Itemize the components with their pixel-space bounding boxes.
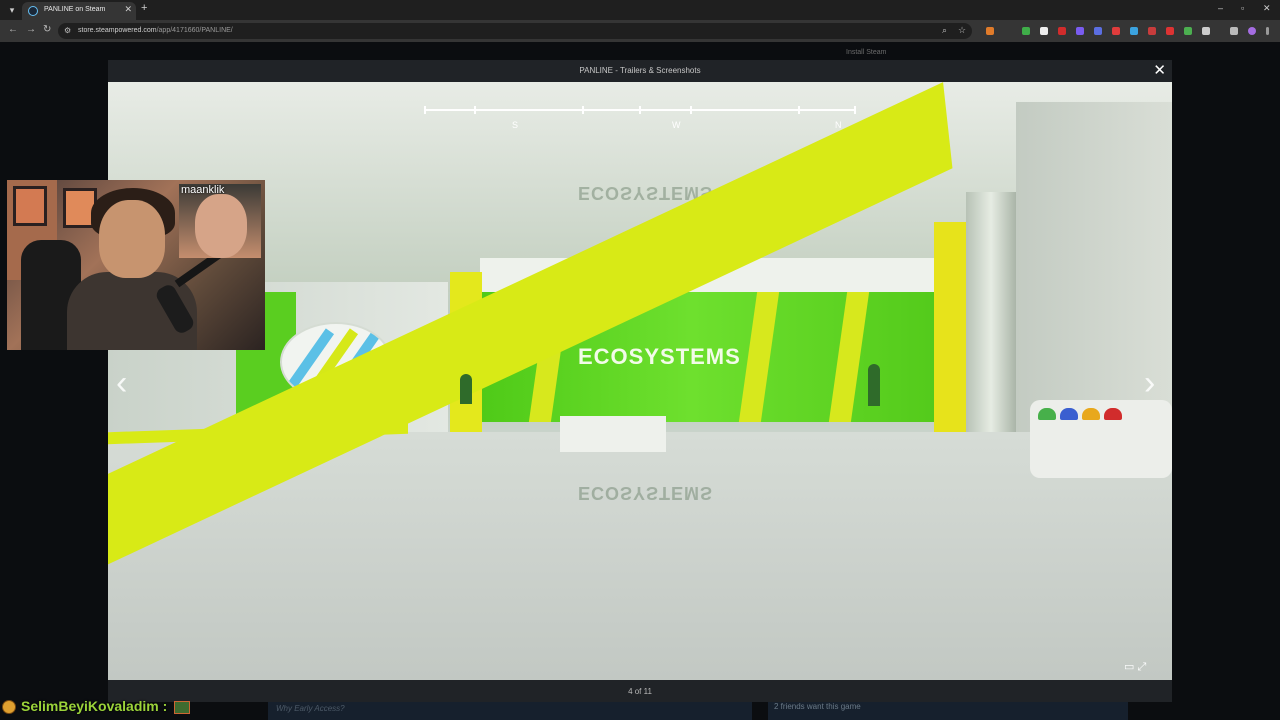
scene-plant <box>460 374 472 404</box>
url-domain: store.steampowered.com <box>78 27 157 34</box>
window-close-icon[interactable]: ✕ <box>1263 3 1271 14</box>
forward-icon[interactable]: → <box>26 24 36 35</box>
compass-south: S <box>512 120 519 130</box>
streamer-webcam: maanklik <box>7 180 265 350</box>
download-icon[interactable] <box>1230 27 1238 35</box>
screenshot-counter: 4 of 11 <box>628 687 652 696</box>
webcam-inset: maanklik <box>179 184 261 258</box>
url-text[interactable]: store.steampowered.com/app/4171660/PANLI… <box>78 27 233 34</box>
browser-tab[interactable]: PANLINE on Steam ✕ <box>22 2 136 20</box>
chat-emote-icon <box>174 701 190 714</box>
ecosystems-floor-reflection: ECOSYSTEMS <box>578 483 714 503</box>
address-bar[interactable]: ⚙ store.steampowered.com/app/4171660/PAN… <box>58 23 972 39</box>
extension-icon[interactable] <box>1184 27 1192 35</box>
fullscreen-icon[interactable]: ▭ ⤢ <box>1124 660 1146 674</box>
early-access-heading: Why Early Access? <box>276 704 345 713</box>
webcam-picture-frame <box>13 186 47 226</box>
extension-icon[interactable] <box>1040 27 1048 35</box>
new-tab-icon[interactable]: + <box>141 2 147 14</box>
tab-title: PANLINE on Steam <box>44 6 106 13</box>
site-info-icon[interactable]: ⚙ <box>64 26 71 35</box>
extension-icon[interactable] <box>986 27 994 35</box>
media-modal-header: PANLINE - Trailers & Screenshots ✕ <box>108 60 1172 82</box>
extension-icon[interactable] <box>1094 27 1102 35</box>
hud-compass: S W N <box>424 106 856 136</box>
compass-west: W <box>672 120 681 130</box>
zoom-icon[interactable]: ⌕ <box>942 25 947 36</box>
browser-toolbar: ← → ↻ ⚙ store.steampowered.com/app/41716… <box>0 20 1280 42</box>
scene-plant <box>868 364 880 406</box>
webcam-inset-face <box>195 194 247 258</box>
extension-icon[interactable] <box>1022 27 1030 35</box>
webcam-inset-name: maanklik <box>181 184 225 196</box>
tab-close-icon[interactable]: ✕ <box>124 4 132 15</box>
extension-icon[interactable] <box>1148 27 1156 35</box>
modal-title: PANLINE - Trailers & Screenshots <box>579 66 701 75</box>
maximize-icon[interactable]: ▫ <box>1241 3 1244 13</box>
install-steam-button[interactable]: Install Steam <box>846 49 886 56</box>
back-icon[interactable]: ← <box>8 24 18 35</box>
chat-badge-icon <box>2 700 16 714</box>
extension-icon[interactable] <box>1166 27 1174 35</box>
scene-column <box>966 192 1016 452</box>
close-icon[interactable]: ✕ <box>1153 61 1166 79</box>
chevron-left-icon[interactable]: ‹ <box>116 364 127 403</box>
chevron-right-icon[interactable]: › <box>1144 364 1155 403</box>
friends-want-text: 2 friends want this game <box>774 702 861 711</box>
extensions-puzzle-icon[interactable] <box>1202 27 1210 35</box>
extension-icon[interactable] <box>1130 27 1138 35</box>
compass-north: N <box>835 120 842 130</box>
steam-favicon-icon <box>28 6 38 16</box>
media-modal-footer: 4 of 11 <box>108 680 1172 702</box>
extension-icon[interactable] <box>1076 27 1084 35</box>
bookmark-star-icon[interactable]: ☆ <box>958 25 966 36</box>
webcam-person-face <box>99 200 165 278</box>
url-path: /app/4171660/PANLINE/ <box>156 27 233 34</box>
ecosystems-sign: ECOSYSTEMS <box>578 344 741 369</box>
scene-recycling-bins <box>1030 400 1172 478</box>
minimize-icon[interactable]: – <box>1218 3 1223 13</box>
chat-username: SelimBeyiKovaladim : <box>21 698 168 714</box>
profile-avatar-icon[interactable] <box>1248 27 1256 35</box>
game-screenshot[interactable]: ECOSYSTEMS ECOSYSTEMS ECOSYSTEMS S W N ‹… <box>108 82 1172 680</box>
browser-tab-bar: ▾ PANLINE on Steam ✕ + – ▫ ✕ <box>0 0 1280 20</box>
extension-icon[interactable] <box>1058 27 1066 35</box>
reload-icon[interactable]: ↻ <box>43 24 51 35</box>
tab-search-icon[interactable]: ▾ <box>6 3 18 17</box>
scene-reception-desk <box>560 416 666 452</box>
extension-icon[interactable] <box>1112 27 1120 35</box>
menu-kebab-icon[interactable] <box>1266 27 1269 35</box>
